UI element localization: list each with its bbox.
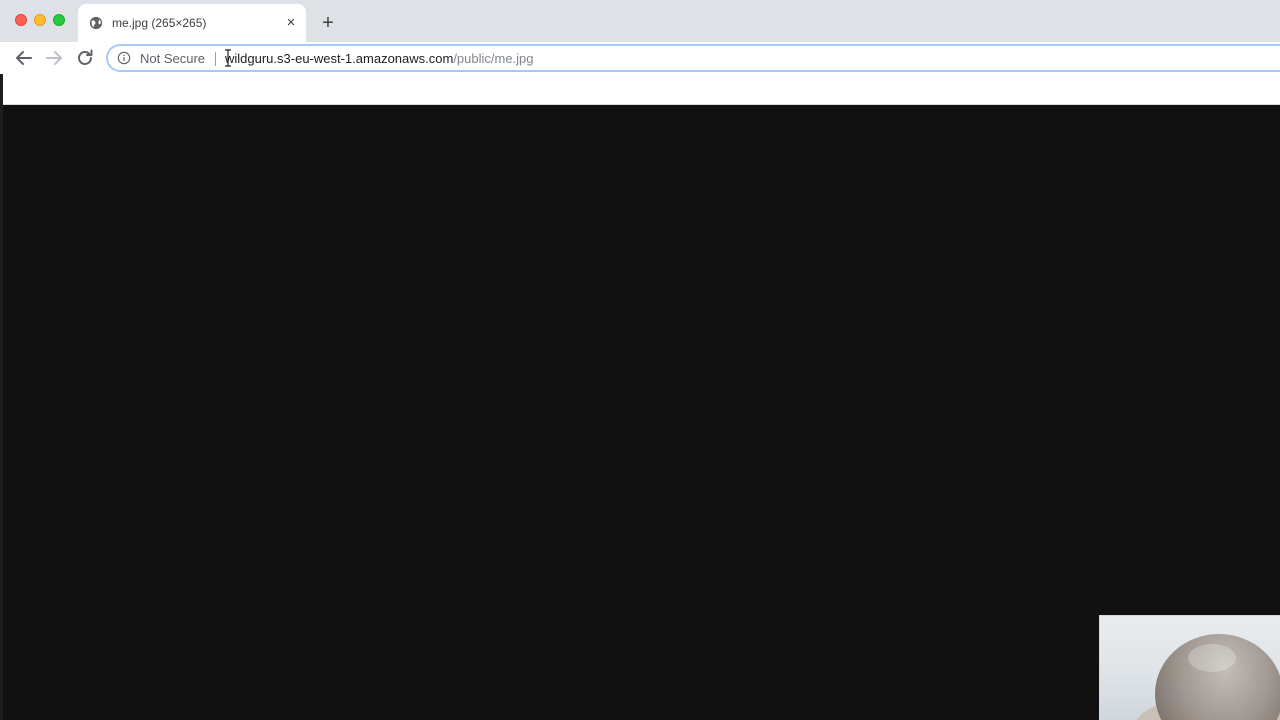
- window-zoom-button[interactable]: [53, 14, 65, 26]
- info-icon[interactable]: [117, 51, 131, 65]
- text-cursor-icon: [225, 49, 231, 67]
- tab-close-icon[interactable]: ×: [283, 15, 299, 31]
- reload-icon[interactable]: [73, 46, 97, 70]
- url-host: wildguru.s3-eu-west-1.amazonaws.com: [225, 51, 454, 66]
- window-minimize-button[interactable]: [34, 14, 46, 26]
- image-viewer: [3, 106, 1280, 720]
- url-path: /public/me.jpg: [453, 51, 534, 66]
- forward-icon[interactable]: [42, 46, 66, 70]
- security-label[interactable]: Not Secure: [140, 51, 205, 66]
- window-close-button[interactable]: [15, 14, 27, 26]
- url-text[interactable]: wildguru.s3-eu-west-1.amazonaws.com/publ…: [225, 51, 534, 66]
- bookmarks-bar: [0, 74, 1280, 105]
- toolbar: Not Secure wildguru.s3-eu-west-1.amazona…: [0, 42, 1280, 74]
- tab-strip: me.jpg (265×265) × +: [0, 0, 1280, 42]
- back-icon[interactable]: [12, 46, 36, 70]
- address-bar[interactable]: Not Secure wildguru.s3-eu-west-1.amazona…: [106, 44, 1280, 72]
- active-tab[interactable]: me.jpg (265×265) ×: [78, 4, 306, 42]
- new-tab-button[interactable]: +: [318, 13, 338, 33]
- webcam-head-highlight: [1188, 644, 1236, 672]
- globe-icon: [89, 16, 103, 30]
- tab-title: me.jpg (265×265): [112, 16, 207, 30]
- webcam-overlay: [1099, 615, 1280, 720]
- security-divider: [215, 52, 216, 66]
